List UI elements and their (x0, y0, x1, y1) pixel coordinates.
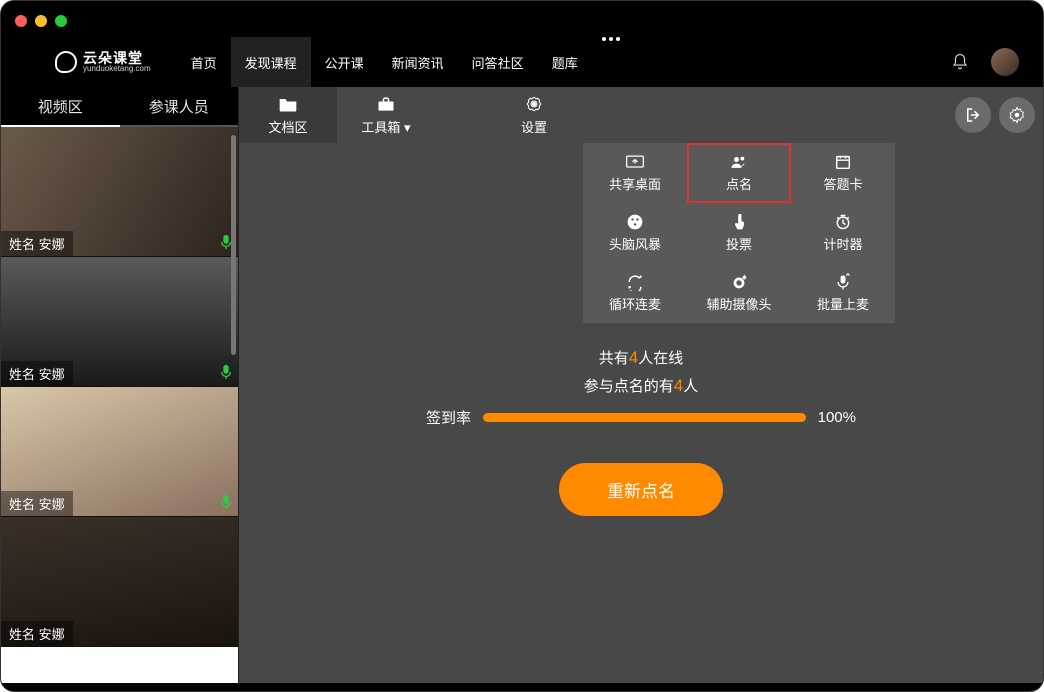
scrollbar[interactable] (231, 135, 236, 355)
config-button[interactable] (999, 97, 1035, 133)
logo-subtitle: yunduoketang.com (83, 65, 151, 73)
logo[interactable]: 云朵课堂 yunduoketang.com (55, 51, 151, 73)
top-bar: 云朵课堂 yunduoketang.com 首页 发现课程 公开课 新闻资讯 问… (1, 37, 1043, 87)
mic-icon (220, 364, 232, 380)
video-tile[interactable]: 姓名 安娜 (1, 517, 238, 647)
people-icon (729, 153, 749, 171)
bell-icon[interactable] (951, 53, 969, 71)
left-panel: 视频区 参课人员 姓名 安娜 姓名 安娜 姓名 安娜 姓名 安娜 (1, 87, 239, 683)
nav-public[interactable]: 公开课 (311, 37, 378, 88)
nav-discover[interactable]: 发现课程 (231, 37, 311, 88)
nav-news[interactable]: 新闻资讯 (378, 37, 458, 88)
top-nav: 首页 发现课程 公开课 新闻资讯 问答社区 题库 (177, 37, 630, 88)
nav-home[interactable]: 首页 (177, 37, 231, 88)
restart-rollcall-button[interactable]: 重新点名 (559, 463, 723, 516)
nav-more-icon[interactable] (592, 37, 630, 88)
cloud-icon (55, 51, 77, 73)
tool-cycle-mic[interactable]: 循环连麦 (583, 263, 687, 323)
calendar-icon (833, 153, 853, 171)
mic-up-icon (833, 273, 853, 291)
responded-count: 参与点名的有4人 (584, 375, 699, 396)
video-tile[interactable]: 姓名 安娜 (1, 387, 238, 517)
exit-icon (964, 106, 982, 124)
nav-bank[interactable]: 题库 (538, 37, 592, 88)
toolbox-icon (376, 95, 396, 113)
gear-icon (1008, 106, 1026, 124)
tab-documents[interactable]: 文档区 (239, 87, 337, 143)
tool-brainstorm[interactable]: 头脑风暴 (583, 203, 687, 263)
tool-share-desktop[interactable]: 共享桌面 (583, 143, 687, 203)
clock-icon (833, 213, 853, 231)
window-controls[interactable] (15, 15, 67, 27)
nav-qa[interactable]: 问答社区 (458, 37, 538, 88)
rate-label: 签到率 (426, 407, 471, 428)
tool-rollcall[interactable]: 点名 (687, 143, 791, 203)
tool-bulk-mic[interactable]: 批量上麦 (791, 263, 895, 323)
tool-vote[interactable]: 投票 (687, 203, 791, 263)
touch-icon (729, 213, 749, 231)
tab-toolbox[interactable]: 工具箱 ▾ (337, 87, 435, 143)
online-count: 共有4人在线 (599, 347, 684, 368)
share-icon (625, 153, 645, 171)
tool-aux-camera[interactable]: 辅助摄像头 (687, 263, 791, 323)
avatar[interactable] (991, 48, 1019, 76)
tab-video-area[interactable]: 视频区 (1, 87, 120, 127)
film-icon (625, 213, 645, 231)
rate-percent: 100% (818, 409, 856, 426)
mic-icon (220, 494, 232, 510)
refresh-icon (625, 273, 645, 291)
exit-button[interactable] (955, 97, 991, 133)
tool-timer[interactable]: 计时器 (791, 203, 895, 263)
main-panel: 文档区 工具箱 ▾ 设置 (239, 87, 1043, 683)
folder-icon (278, 95, 298, 113)
tab-settings[interactable]: 设置 (485, 87, 583, 143)
rollcall-result: 共有4人在线 参与点名的有4人 签到率 100% 重新点名 (239, 347, 1043, 516)
camera-icon (729, 273, 749, 291)
video-tile[interactable]: 姓名 安娜 (1, 127, 238, 257)
gear-icon (524, 95, 544, 113)
video-list: 姓名 安娜 姓名 安娜 姓名 安娜 姓名 安娜 姓名 安娜 (1, 127, 238, 683)
video-tile[interactable]: 姓名 安娜 (1, 257, 238, 387)
tab-attendees[interactable]: 参课人员 (120, 87, 239, 125)
video-tile[interactable]: 姓名 安娜 (1, 647, 238, 683)
tool-answer-card[interactable]: 答题卡 (791, 143, 895, 203)
progress-bar (483, 413, 806, 422)
toolbox-dropdown: 共享桌面 点名 答题卡 头脑风暴 投票 (583, 143, 895, 323)
chevron-down-icon: ▾ (404, 120, 411, 135)
logo-title: 云朵课堂 (83, 51, 151, 65)
